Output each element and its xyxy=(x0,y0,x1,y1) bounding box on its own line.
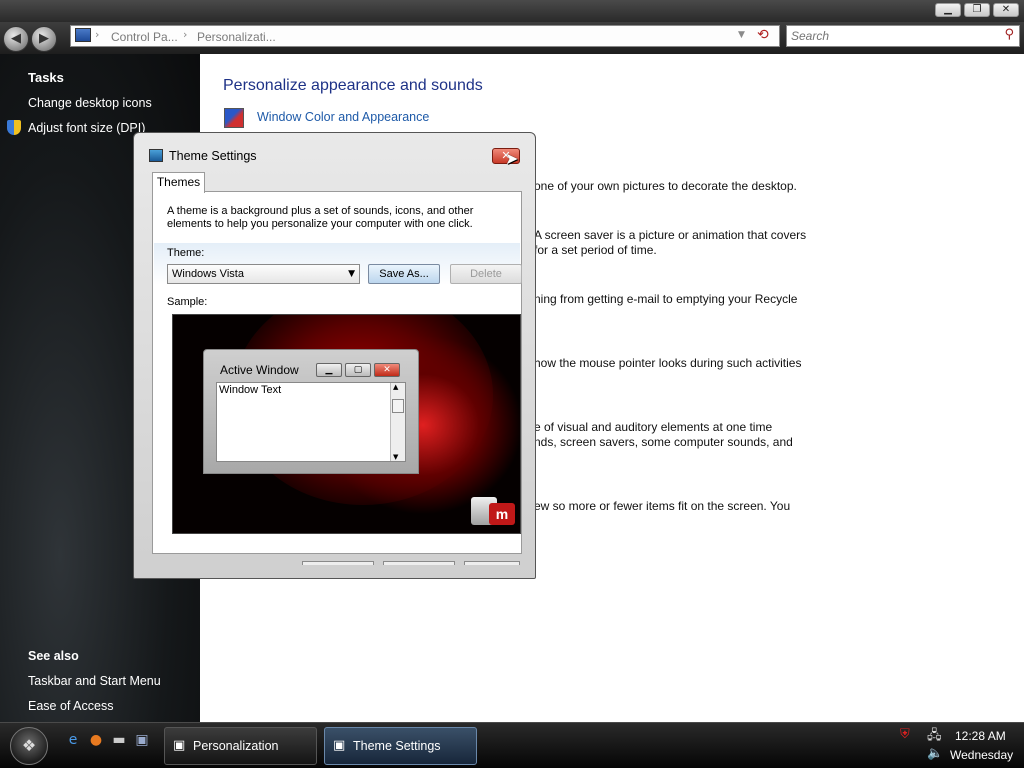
show-desktop-icon[interactable]: ▬ xyxy=(110,731,128,749)
window-color-icon xyxy=(224,108,244,128)
sounds-description: ning from getting e-mail to emptying you… xyxy=(534,292,798,306)
sample-minimize-icon: ▁ xyxy=(316,363,342,377)
breadcrumb-personalization[interactable]: Personalizati... xyxy=(197,30,276,44)
sample-window-text: Window Text xyxy=(219,384,282,396)
dialog-footer-buttons xyxy=(302,561,520,565)
theme-settings-icon xyxy=(149,149,163,162)
internet-explorer-icon[interactable]: e xyxy=(64,731,82,749)
theme-label: Theme: xyxy=(167,247,205,259)
delete-button[interactable]: Delete xyxy=(450,264,522,284)
address-bar[interactable]: › Control Pa... › Personalizati... ▼ ⟲ xyxy=(70,25,780,47)
restore-button[interactable]: ❐ xyxy=(964,3,990,17)
theme-description-2: nds, screen savers, some computer sounds… xyxy=(534,435,793,449)
tab-themes[interactable]: Themes xyxy=(152,172,205,193)
taskbar-theme-settings-button[interactable]: ▣ Theme Settings xyxy=(324,727,477,765)
volume-muted-icon[interactable]: 🔈 xyxy=(927,746,943,761)
search-input[interactable] xyxy=(791,27,991,45)
see-also-heading: See also xyxy=(28,649,79,663)
apply-button[interactable] xyxy=(464,561,520,565)
forward-button[interactable]: ▶ xyxy=(31,26,57,52)
page-title: Personalize appearance and sounds xyxy=(223,77,483,94)
shield-icon xyxy=(7,120,21,135)
navigation-bar: ◀ ▶ › Control Pa... › Personalizati... ▼… xyxy=(0,22,1024,54)
window-titlebar: ▁ ❐ ✕ xyxy=(0,0,1024,22)
theme-select-value: Windows Vista xyxy=(172,268,244,280)
dropdown-arrow-icon: ▼ xyxy=(348,269,355,279)
mouse-cursor-icon: ➤ xyxy=(505,149,519,168)
chevron-right-icon: › xyxy=(95,28,100,41)
clock-day: Wednesday xyxy=(950,748,1014,762)
search-icon[interactable]: ⚲ xyxy=(1004,27,1014,42)
desktop-background-description: one of your own pictures to decorate the… xyxy=(534,179,797,193)
sample-window-title: Active Window xyxy=(220,363,299,377)
back-button[interactable]: ◀ xyxy=(3,26,29,52)
firefox-icon[interactable]: ● xyxy=(87,731,105,749)
close-window-button[interactable]: ✕ xyxy=(993,3,1019,17)
start-button[interactable]: ❖ xyxy=(10,727,48,765)
taskbar-start-menu-link[interactable]: Taskbar and Start Menu xyxy=(28,674,161,688)
dropdown-arrow-icon[interactable]: ▼ xyxy=(738,30,745,40)
security-alert-icon[interactable]: ⛨ xyxy=(900,727,910,742)
system-clock[interactable]: 12:28 AM Wednesday xyxy=(950,727,1013,765)
taskbar-personalization-button[interactable]: ▣ Personalization xyxy=(164,727,317,765)
network-icon[interactable]: 🖧 xyxy=(927,726,942,748)
control-panel-icon xyxy=(75,28,91,42)
sample-close-icon: ✕ xyxy=(374,363,400,377)
tasks-heading: Tasks xyxy=(28,70,64,85)
theme-settings-icon: ▣ xyxy=(333,738,346,753)
dialog-description: A theme is a background plus a set of so… xyxy=(167,205,474,230)
theme-select[interactable]: Windows Vista ▼ xyxy=(167,264,360,284)
taskbar-personalization-label: Personalization xyxy=(193,739,279,753)
display-settings-description: ew so more or fewer items fit on the scr… xyxy=(534,499,791,513)
cancel-button[interactable] xyxy=(383,561,455,565)
dialog-title: Theme Settings xyxy=(169,149,257,163)
themes-tab-panel: A theme is a background plus a set of so… xyxy=(152,191,522,554)
chevron-right-icon: › xyxy=(183,28,188,41)
ok-button[interactable] xyxy=(302,561,374,565)
taskbar: ❖ e ● ▬ ▣ ▣ Personalization ▣ Theme Sett… xyxy=(0,722,1024,768)
screen-saver-description-2: for a set period of time. xyxy=(534,243,657,257)
sample-maximize-icon: ▢ xyxy=(345,363,371,377)
personalization-icon: ▣ xyxy=(173,738,186,753)
theme-description: e of visual and auditory elements at one… xyxy=(534,420,773,434)
ease-of-access-link[interactable]: Ease of Access xyxy=(28,699,113,713)
sample-window-body: Window Text ▲ ▼ xyxy=(216,382,406,462)
window-color-appearance-link[interactable]: Window Color and Appearance xyxy=(257,110,429,124)
switch-windows-icon[interactable]: ▣ xyxy=(133,731,151,749)
theme-sample-preview: Active Window ▁ ▢ ✕ Window Text ▲ ▼ m xyxy=(172,314,521,534)
refresh-icon[interactable]: ⟲ xyxy=(757,27,769,43)
screen-saver-description: A screen saver is a picture or animation… xyxy=(534,228,807,242)
clock-time: 12:28 AM xyxy=(955,729,1006,743)
save-as-button[interactable]: Save As... xyxy=(368,264,440,284)
theme-settings-dialog: Theme Settings ✕ ➤ Themes A theme is a b… xyxy=(133,132,536,579)
change-desktop-icons-link[interactable]: Change desktop icons xyxy=(28,96,152,110)
breadcrumb-control-panel[interactable]: Control Pa... xyxy=(111,30,178,44)
search-box[interactable]: ⚲ xyxy=(786,25,1020,47)
minimize-button[interactable]: ▁ xyxy=(935,3,961,17)
wallpaper-logo-icon: m xyxy=(471,493,517,529)
mouse-pointers-description: how the mouse pointer looks during such … xyxy=(534,356,802,370)
sample-active-window: Active Window ▁ ▢ ✕ Window Text ▲ ▼ xyxy=(203,349,419,474)
sample-label: Sample: xyxy=(167,296,208,308)
taskbar-theme-settings-label: Theme Settings xyxy=(353,739,441,753)
adjust-font-size-link[interactable]: Adjust font size (DPI) xyxy=(28,121,145,135)
sample-scrollbar: ▲ ▼ xyxy=(390,383,405,461)
